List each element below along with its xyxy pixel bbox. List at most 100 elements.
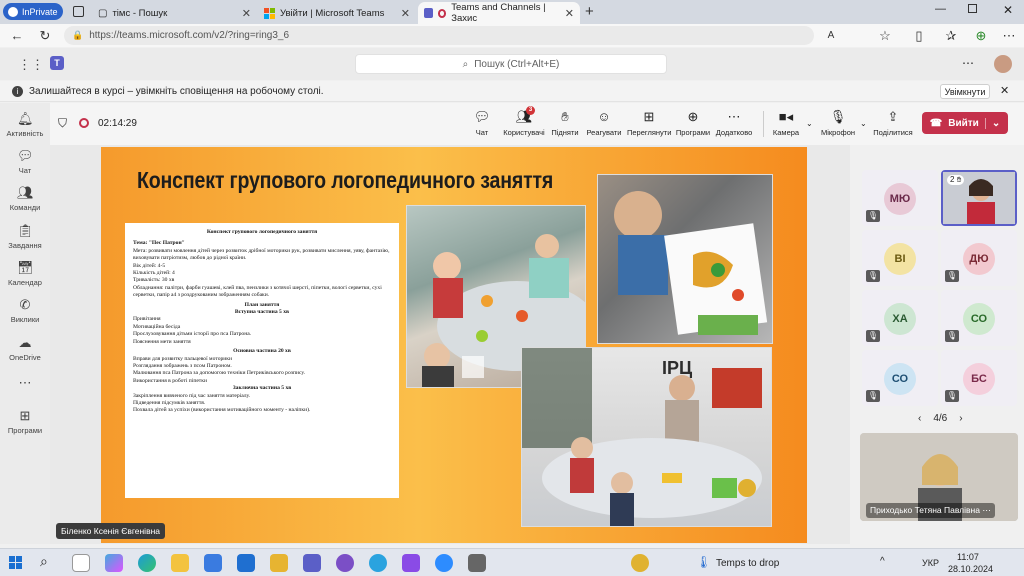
app-icon-2[interactable]: [468, 554, 486, 572]
apps-button[interactable]: ⊕ Програми: [675, 109, 711, 137]
camera-options-chevron-icon[interactable]: ⌄: [806, 119, 813, 128]
zoom-icon[interactable]: [435, 554, 453, 572]
share-button[interactable]: ⇪ Поділитися: [872, 109, 914, 137]
assignments-icon: 📋︎: [17, 223, 34, 238]
file-explorer-icon[interactable]: [171, 554, 189, 572]
participant-avatar: БС: [963, 363, 995, 395]
mic-button[interactable]: 🎙︎ Мікрофон: [818, 109, 858, 137]
participant-avatar: ХА: [884, 303, 916, 335]
close-tab-icon[interactable]: ✕: [242, 7, 251, 20]
mic-muted-icon: 🎙︎: [945, 390, 959, 402]
enable-notifications-button[interactable]: Увімкнути: [940, 84, 990, 99]
refresh-button[interactable]: ↻: [36, 27, 54, 44]
settings-more-icon[interactable]: ⋯: [962, 56, 974, 70]
leave-button[interactable]: ☎︎ Вийти ⌄: [922, 112, 1008, 134]
rail-onedrive[interactable]: ☁︎ OneDrive: [0, 335, 50, 362]
shared-slide: Конспект групового логопедичного заняття…: [101, 147, 807, 543]
viber-icon[interactable]: [336, 554, 354, 572]
rail-teams[interactable]: 👥︎ Команди: [0, 185, 50, 212]
tab-teams-login[interactable]: Увійти | Microsoft Teams ✕: [258, 2, 416, 24]
split-screen-icon[interactable]: ▯: [910, 27, 928, 44]
maximize-button[interactable]: [968, 4, 977, 13]
outlook-icon[interactable]: [237, 554, 255, 572]
avatar[interactable]: [994, 55, 1012, 73]
search-icon[interactable]: ⌕: [40, 553, 48, 570]
classroom-photo-3: ІРЦ: [521, 347, 772, 527]
task-view-icon[interactable]: [72, 554, 90, 572]
more-icon: ⋯: [18, 375, 32, 390]
store-icon[interactable]: [204, 554, 222, 572]
tab-teams-channels[interactable]: Teams and Channels | Захис ✕: [418, 2, 580, 24]
close-tab-icon[interactable]: ✕: [401, 7, 410, 20]
tab-search[interactable]: ▢ тімс - Пошук ✕: [92, 2, 257, 24]
notification-banner: i Залишайтеся в курсі – увімкніть сповіщ…: [0, 81, 1024, 102]
participant-video-tile[interactable]: 2 ✋︎: [941, 170, 1017, 226]
more-button[interactable]: ⋯ Додатково: [714, 109, 754, 137]
mic-muted-icon: 🎙︎: [866, 390, 880, 402]
thermometer-icon: 🌡︎: [696, 555, 712, 569]
participant-tile[interactable]: ВІ 🎙︎: [862, 230, 938, 286]
search-icon: ⌕: [462, 58, 469, 70]
photo-child-painting: [614, 191, 768, 335]
extensions-icon[interactable]: ⊕: [972, 27, 990, 44]
rail-chat[interactable]: 💬︎ Чат: [0, 148, 50, 175]
close-banner-icon[interactable]: ✕: [1000, 84, 1009, 97]
mic-options-chevron-icon[interactable]: ⌄: [860, 119, 867, 128]
participant-tile[interactable]: СО 🎙︎: [941, 290, 1017, 346]
more-options-icon[interactable]: ⋯: [982, 505, 991, 515]
mic-muted-icon: 🎙︎: [866, 330, 880, 342]
rail-activity[interactable]: 🔔︎ Активність: [0, 111, 50, 138]
next-page-icon[interactable]: ›: [959, 413, 962, 424]
telegram-icon[interactable]: [369, 554, 387, 572]
participant-tile[interactable]: ХА 🎙︎: [862, 290, 938, 346]
inprivate-badge[interactable]: InPrivate: [3, 3, 63, 20]
app-launcher-icon[interactable]: ⋮⋮: [18, 57, 44, 73]
participant-tile[interactable]: СО 🎙︎: [862, 350, 938, 406]
raise-hand-button[interactable]: ✋︎ Підняти: [551, 109, 579, 137]
rail-more[interactable]: ⋯: [0, 375, 50, 393]
edge-icon[interactable]: [138, 554, 156, 572]
teams-icon[interactable]: [303, 554, 321, 572]
windows-start-icon[interactable]: [9, 556, 22, 569]
react-button[interactable]: ☺ Реагувати: [585, 109, 623, 137]
site-info-icon[interactable]: 🔒: [72, 30, 83, 41]
tray-chevron-icon[interactable]: ^: [880, 556, 885, 567]
weather-text[interactable]: Temps to drop: [716, 558, 779, 569]
people-button[interactable]: 👥︎ 3 Користувачі: [502, 106, 546, 137]
explorer-icon[interactable]: [270, 554, 288, 572]
camera-button[interactable]: ■◂ Камера: [770, 109, 802, 137]
view-button[interactable]: ⊞ Переглянути: [627, 109, 671, 137]
favorites-icon[interactable]: ✰: [942, 27, 960, 44]
previous-page-icon[interactable]: ‹: [918, 413, 921, 424]
smiley-icon: ☺: [597, 109, 611, 124]
close-window-button[interactable]: ✕: [1003, 3, 1013, 17]
toolbar-divider: [763, 111, 764, 137]
app-icon[interactable]: [402, 554, 420, 572]
lang-indicator[interactable]: УКР: [922, 558, 939, 568]
new-tab-button[interactable]: +: [585, 3, 594, 20]
minimize-button[interactable]: —: [935, 3, 946, 15]
close-tab-icon[interactable]: ✕: [565, 7, 574, 20]
phone-link-icon[interactable]: [631, 554, 649, 572]
participant-tile[interactable]: ДЮ 🎙︎: [941, 230, 1017, 286]
back-button[interactable]: ←: [8, 27, 26, 44]
participant-tile[interactable]: МЮ 🎙︎: [862, 170, 938, 226]
clock-time[interactable]: 11:07: [957, 552, 979, 562]
rail-assignments[interactable]: 📋︎ Завдання: [0, 223, 50, 250]
chat-button[interactable]: 💬︎ Чат: [470, 109, 494, 137]
rail-calls[interactable]: ✆ Виклики: [0, 297, 50, 324]
tab-actions-icon[interactable]: [73, 6, 84, 17]
read-aloud-icon[interactable]: A: [822, 27, 840, 44]
rail-apps[interactable]: ⊞ Програми: [0, 408, 50, 435]
url-field[interactable]: 🔒 https://teams.microsoft.com/v2/?ring=r…: [64, 26, 814, 45]
hand-icon: ✋︎: [956, 175, 962, 184]
more-options-icon[interactable]: ⋯: [1000, 27, 1018, 44]
participant-tile[interactable]: БС 🎙︎: [941, 350, 1017, 406]
leave-options-chevron-icon[interactable]: ⌄: [984, 117, 1000, 129]
favorite-star-icon[interactable]: ☆: [876, 27, 894, 44]
info-icon: i: [12, 85, 23, 97]
rail-calendar[interactable]: 📅︎ Календар: [0, 260, 50, 287]
search-input[interactable]: ⌕ Пошук (Ctrl+Alt+E): [355, 54, 667, 74]
copilot-icon[interactable]: [105, 554, 123, 572]
clock-date[interactable]: 28.10.2024: [948, 564, 993, 574]
